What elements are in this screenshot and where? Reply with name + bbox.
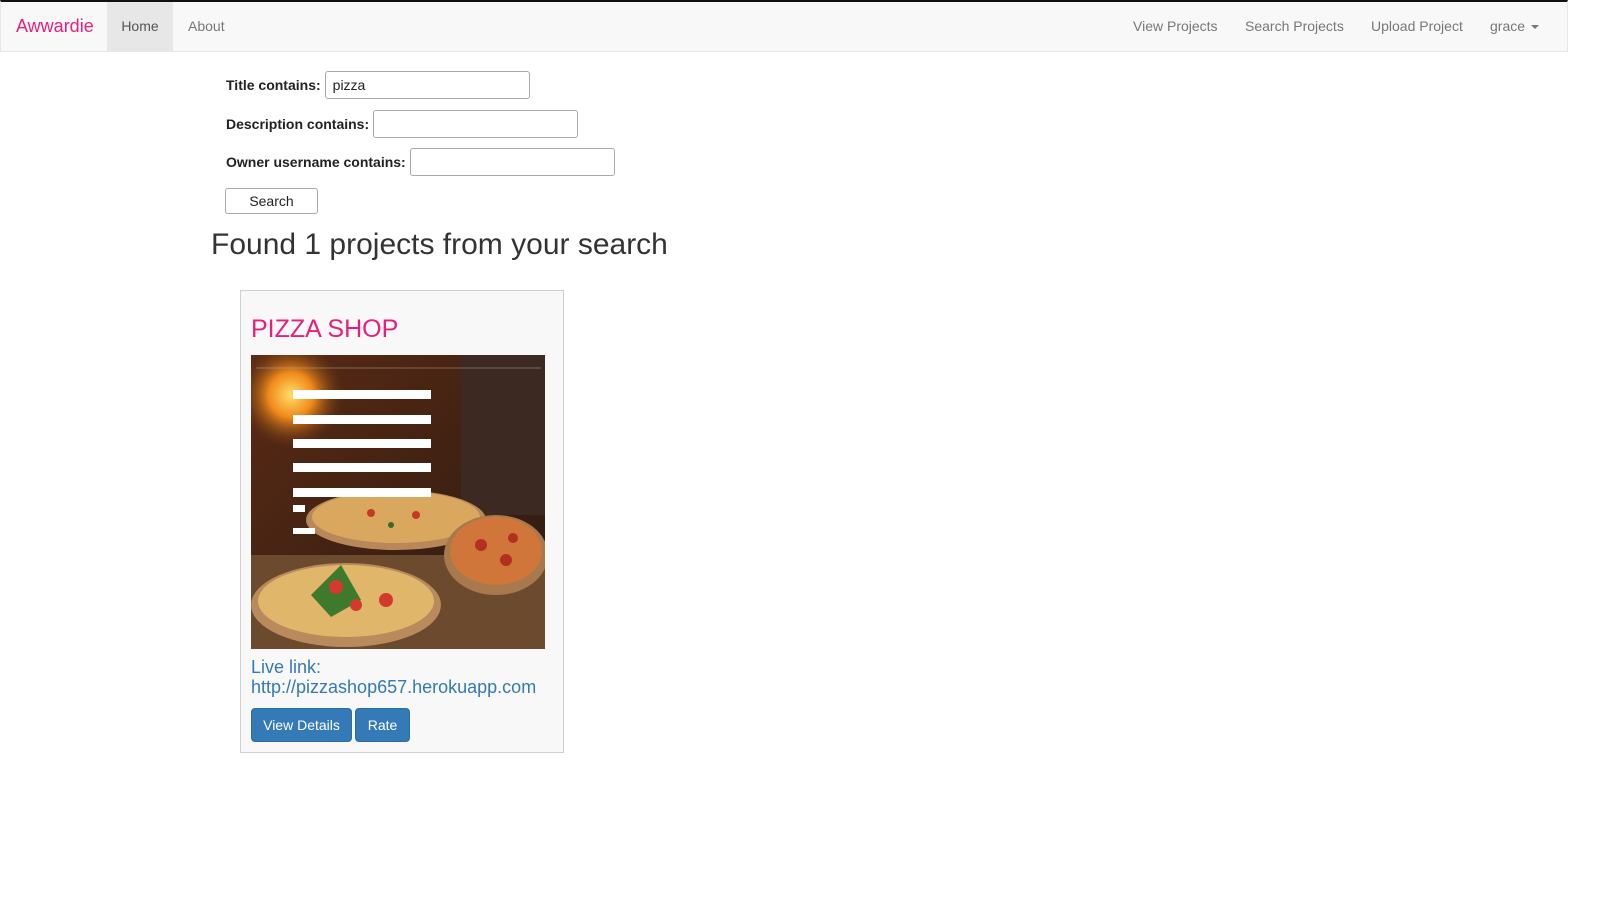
caret-down-icon	[1531, 25, 1540, 30]
title-input[interactable]	[324, 71, 530, 99]
live-link-url: http://pizzashop657.herokuapp.com	[251, 677, 537, 697]
description-label: Description contains:	[226, 116, 370, 132]
pizza-website-image	[251, 355, 545, 649]
user-dropdown[interactable]: grace	[1490, 2, 1540, 52]
owner-input[interactable]	[409, 148, 615, 176]
description-field-row: Description contains:	[226, 110, 579, 138]
nav-about[interactable]: About	[188, 2, 225, 52]
owner-field-row: Owner username contains:	[226, 148, 615, 176]
rate-button[interactable]: Rate	[355, 708, 410, 742]
title-label: Title contains:	[226, 77, 321, 93]
owner-label: Owner username contains:	[226, 154, 406, 170]
nav-home[interactable]: Home	[107, 2, 173, 52]
title-field-row: Title contains:	[226, 71, 530, 99]
nav-upload-project[interactable]: Upload Project	[1371, 2, 1463, 52]
project-card: PIZZA SHOP Live link: http://pizzashop65…	[240, 290, 564, 753]
search-button[interactable]: Search	[225, 188, 318, 214]
nav-view-projects[interactable]: View Projects	[1133, 2, 1218, 52]
top-navbar: Awwardie Home About View Projects Search…	[0, 0, 1568, 52]
project-title: PIZZA SHOP	[251, 315, 399, 343]
live-link-label: Live link:	[251, 657, 322, 677]
results-heading: Found 1 projects from your search	[211, 228, 668, 261]
live-link[interactable]: Live link: http://pizzashop657.herokuapp…	[251, 657, 551, 697]
user-name: grace	[1490, 18, 1526, 34]
nav-search-projects[interactable]: Search Projects	[1245, 2, 1344, 52]
view-details-button[interactable]: View Details	[251, 708, 352, 742]
brand-logo-link[interactable]: Awwardie	[16, 16, 94, 37]
description-input[interactable]	[373, 110, 579, 138]
project-screenshot[interactable]	[251, 355, 545, 649]
